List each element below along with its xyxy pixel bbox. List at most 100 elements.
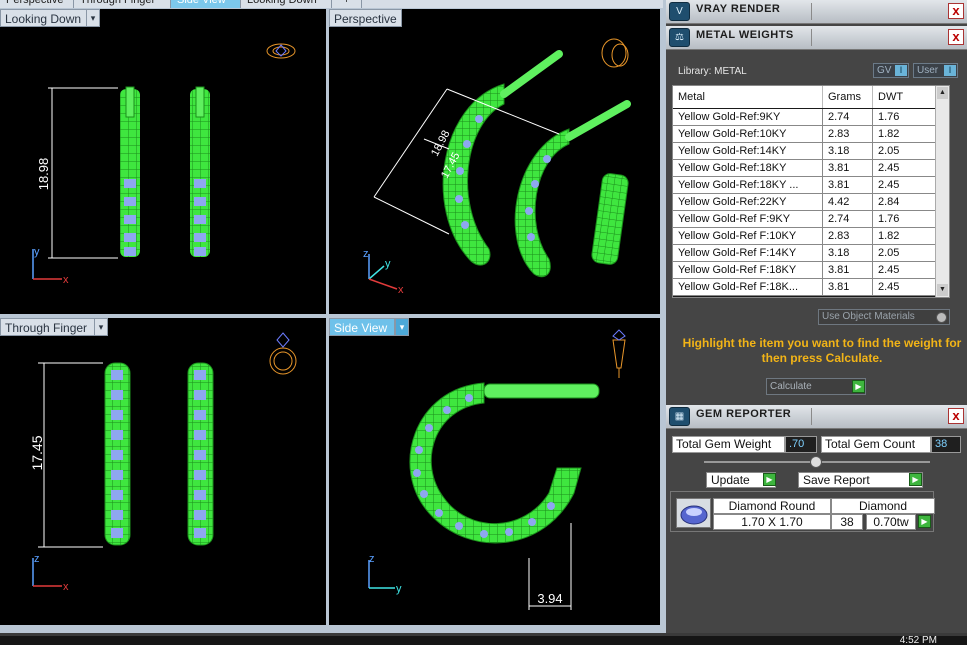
column-header-dwt[interactable]: DWT: [873, 86, 937, 108]
axis-x-label: x: [63, 581, 69, 593]
table-row[interactable]: Yellow Gold-Ref F:10KY 2.83 1.82: [673, 228, 937, 245]
grams-cell: 2.74: [823, 211, 873, 228]
gv-toggle[interactable]: GV I: [873, 63, 909, 78]
grams-cell: 3.81: [823, 279, 873, 296]
viewport-menu-arrow[interactable]: ▾: [94, 318, 108, 336]
radio-icon[interactable]: [936, 312, 947, 323]
axis-x-label: x: [63, 274, 69, 286]
earring-side-profile: [409, 382, 582, 544]
table-header: Metal Grams DWT: [673, 86, 949, 108]
table-row[interactable]: Yellow Gold-Ref F:9KY 2.74 1.76: [673, 211, 937, 228]
viewport-menu-arrow[interactable]: ▾: [86, 9, 100, 27]
tab-side-view[interactable]: Side View: [171, 0, 241, 8]
viewport-through-finger[interactable]: 17.45 z x Through Finger ▾: [0, 318, 326, 625]
calculate-button[interactable]: ▶: [852, 380, 865, 393]
gem-reporter-icon: ▦: [669, 407, 690, 426]
scroll-down-icon[interactable]: ▼: [937, 284, 948, 296]
calculate-field[interactable]: Calculate: [766, 378, 866, 395]
vray-render-header[interactable]: V VRAY RENDER x: [666, 0, 967, 24]
table-row[interactable]: Yellow Gold-Ref:14KY 3.18 2.05: [673, 143, 937, 160]
viewport-label[interactable]: Side View: [329, 318, 395, 336]
gem-count: 38: [831, 514, 863, 530]
save-report-button[interactable]: Save Report: [798, 472, 923, 488]
table-row[interactable]: Yellow Gold-Ref:18KY ... 3.81 2.45: [673, 177, 937, 194]
taskbar: 4:52 PM: [0, 633, 967, 645]
gem-slider-knob[interactable]: [810, 456, 822, 468]
panel-title: VRAY RENDER: [696, 3, 781, 15]
diamond-round-icon: [676, 498, 711, 528]
side-view-canvas: 3.94 z y: [368, 329, 626, 610]
dwt-cell: 2.45: [873, 177, 937, 194]
save-report-label: Save Report: [803, 473, 870, 487]
app-window: Perspective Through Finger Side View Loo…: [0, 0, 967, 645]
table-row[interactable]: Yellow Gold-Ref F:18KY 3.81 2.45: [673, 262, 937, 279]
viewport-label[interactable]: Looking Down: [0, 9, 87, 27]
right-panel: V VRAY RENDER x ⚖ METAL WEIGHTS x Librar…: [666, 0, 967, 633]
close-icon[interactable]: x: [948, 29, 964, 45]
metal-weights-header[interactable]: ⚖ METAL WEIGHTS x: [666, 26, 967, 50]
dwt-cell: 2.45: [873, 160, 937, 177]
axis-z-label: z: [369, 553, 375, 565]
grams-cell: 3.18: [823, 245, 873, 262]
metal-cell: Yellow Gold-Ref:14KY: [673, 143, 823, 160]
table-row[interactable]: Yellow Gold-Ref:18KY 3.81 2.45: [673, 160, 937, 177]
total-gem-count-value: 38: [931, 436, 961, 453]
tab-looking-down[interactable]: Looking Down: [241, 0, 332, 8]
close-icon[interactable]: x: [948, 408, 964, 424]
grams-cell: 3.81: [823, 177, 873, 194]
library-label: Library: METAL: [678, 66, 747, 77]
dwt-cell: 1.76: [873, 109, 937, 126]
grams-cell: 3.81: [823, 262, 873, 279]
user-toggle[interactable]: User I: [913, 63, 958, 78]
through-finger-canvas: 17.45 z x: [29, 332, 297, 593]
dimension-line: [38, 362, 103, 548]
toggle-switch-icon: I: [895, 65, 907, 76]
gv-toggle-label: GV: [877, 65, 892, 76]
column-header-metal[interactable]: Metal: [673, 86, 823, 108]
viewport-menu-arrow[interactable]: ▾: [395, 318, 409, 336]
clock: 4:52 PM: [899, 635, 937, 645]
grams-cell: 4.42: [823, 194, 873, 211]
viewport-label[interactable]: Through Finger: [0, 318, 95, 336]
dimension-label: 3.94: [537, 591, 562, 606]
metal-cell: Yellow Gold-Ref F:18KY: [673, 262, 823, 279]
axis-y-label: y: [34, 246, 40, 258]
tab-perspective[interactable]: Perspective: [0, 0, 74, 8]
update-go-icon[interactable]: ▶: [763, 473, 776, 486]
table-row[interactable]: Yellow Gold-Ref:9KY 2.74 1.76: [673, 109, 937, 126]
scroll-up-icon[interactable]: ▲: [937, 87, 948, 99]
metal-cell: Yellow Gold-Ref:18KY: [673, 160, 823, 177]
table-row[interactable]: Yellow Gold-Ref F:18K... 3.81 2.45: [673, 279, 937, 296]
metal-weights-table[interactable]: Metal Grams DWT Yellow Gold-Ref:9KY 2.74 1…: [672, 85, 950, 298]
save-report-go-icon[interactable]: ▶: [909, 473, 922, 486]
close-icon[interactable]: x: [948, 3, 964, 19]
axis-y-label: y: [385, 258, 391, 270]
dimension-label: 17.45: [29, 435, 45, 470]
add-tab-button[interactable]: +: [332, 0, 362, 8]
table-scrollbar[interactable]: ▲ ▼: [935, 86, 949, 297]
metal-cell: Yellow Gold-Ref:10KY: [673, 126, 823, 143]
metal-cell: Yellow Gold-Ref F:9KY: [673, 211, 823, 228]
column-header-grams[interactable]: Grams: [823, 86, 873, 108]
grams-cell: 3.18: [823, 143, 873, 160]
dwt-cell: 1.76: [873, 211, 937, 228]
metal-cell: Yellow Gold-Ref:18KY ...: [673, 177, 823, 194]
dwt-cell: 2.05: [873, 245, 937, 262]
gem-reporter-header[interactable]: ▦ GEM REPORTER x: [666, 405, 967, 429]
viewport-side-view[interactable]: 3.94 z y Side View ▾: [329, 318, 660, 625]
dwt-cell: 1.82: [873, 126, 937, 143]
dwt-cell: 2.45: [873, 279, 937, 296]
table-row[interactable]: Yellow Gold-Ref:22KY 4.42 2.84: [673, 194, 937, 211]
use-object-materials-option[interactable]: Use Object Materials: [818, 309, 950, 325]
viewport-looking-down[interactable]: 18.98 y x Looking Down ▾: [0, 9, 326, 314]
viewport-perspective[interactable]: 18.98 17.45 z y x Perspective: [329, 9, 660, 314]
tab-through-finger[interactable]: Through Finger: [74, 0, 171, 8]
table-row[interactable]: Yellow Gold-Ref F:14KY 3.18 2.05: [673, 245, 937, 262]
dwt-cell: 2.45: [873, 262, 937, 279]
calculate-hint: Highlight the item you want to find the …: [682, 336, 962, 365]
vray-icon: V: [669, 2, 690, 21]
table-row[interactable]: Yellow Gold-Ref:10KY 2.83 1.82: [673, 126, 937, 143]
gem-go-icon[interactable]: ▶: [918, 515, 931, 528]
view-tab-bar: Perspective Through Finger Side View Loo…: [0, 0, 663, 8]
viewport-label[interactable]: Perspective: [329, 9, 402, 27]
